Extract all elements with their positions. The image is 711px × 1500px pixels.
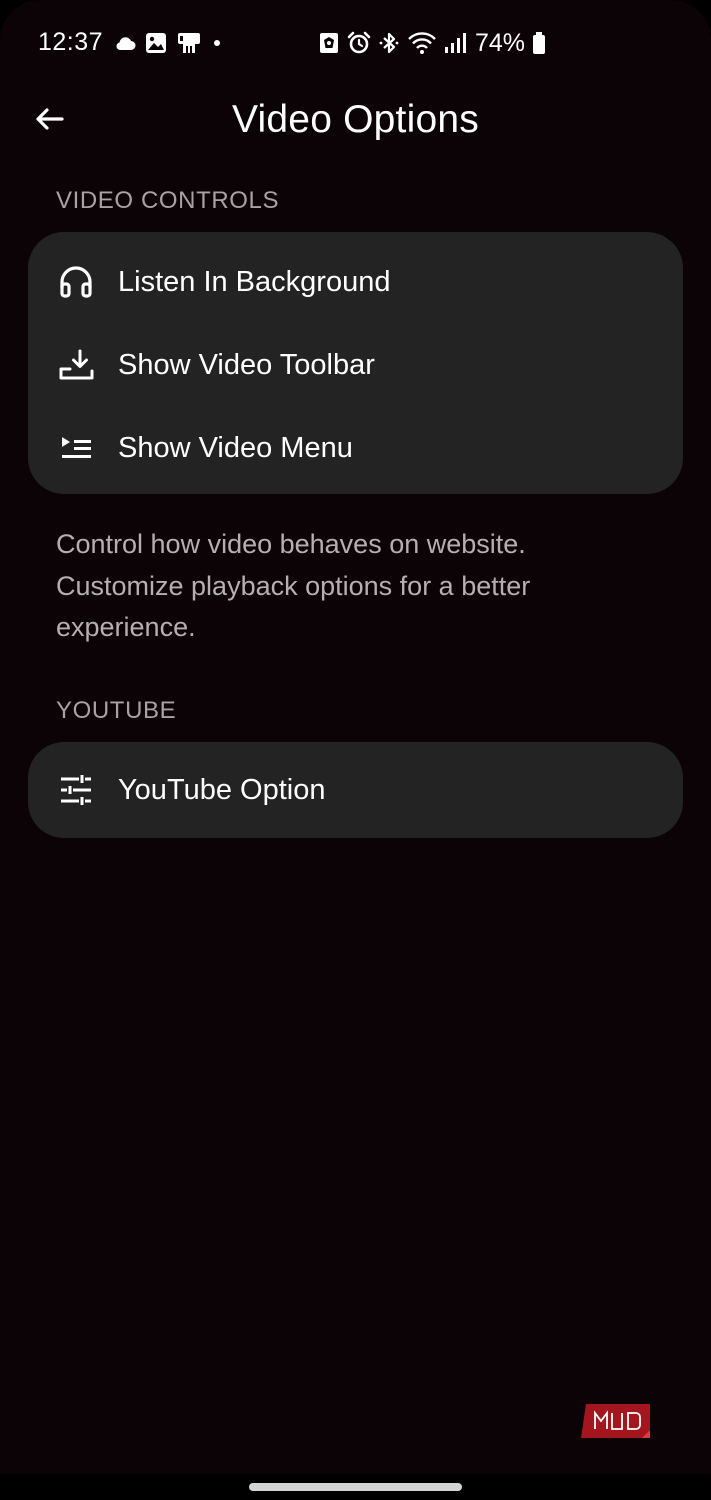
battery-icon bbox=[532, 31, 546, 55]
playlist-play-icon bbox=[58, 430, 94, 466]
show-video-menu-item[interactable]: Show Video Menu bbox=[28, 408, 683, 488]
section-label-video-controls: VIDEO CONTROLS bbox=[56, 187, 280, 214]
youtube-option-label: YouTube Option bbox=[118, 774, 326, 806]
screen: 12:37 74% Video Options VIDEO CONTROLS L… bbox=[0, 0, 711, 1500]
status-right-icons: 74% bbox=[318, 29, 546, 57]
listen-in-background-item[interactable]: Listen In Background bbox=[28, 242, 683, 322]
youtube-option-item[interactable]: YouTube Option bbox=[28, 750, 683, 830]
page-title: Video Options bbox=[232, 98, 479, 141]
show-video-toolbar-label: Show Video Toolbar bbox=[118, 349, 375, 381]
muo-watermark bbox=[581, 1404, 650, 1438]
show-video-menu-label: Show Video Menu bbox=[118, 432, 353, 464]
section-label-youtube: YOUTUBE bbox=[56, 697, 177, 724]
video-controls-description: Control how video behaves on website. Cu… bbox=[56, 529, 531, 642]
video-controls-card: Listen In Background Show Video Toolbar … bbox=[28, 232, 683, 494]
home-indicator[interactable] bbox=[249, 1483, 462, 1491]
status-time: 12:37 bbox=[38, 28, 104, 56]
back-arrow-icon bbox=[34, 107, 64, 131]
sliders-icon bbox=[58, 772, 94, 808]
download-tray-icon bbox=[58, 347, 94, 383]
battery-percent: 74% bbox=[475, 29, 526, 57]
youtube-card: YouTube Option bbox=[28, 742, 683, 838]
bluetooth-icon bbox=[378, 31, 400, 55]
dot-icon bbox=[211, 37, 223, 49]
back-button[interactable] bbox=[26, 96, 72, 142]
listen-in-background-label: Listen In Background bbox=[118, 266, 391, 298]
shield-icon bbox=[318, 31, 340, 55]
gallery-icon bbox=[145, 32, 167, 54]
status-left-icons bbox=[114, 30, 223, 56]
show-video-toolbar-item[interactable]: Show Video Toolbar bbox=[28, 325, 683, 405]
wifi-icon bbox=[407, 31, 437, 55]
phone-clean-icon bbox=[176, 30, 202, 56]
status-bar: 12:37 74% bbox=[0, 0, 711, 86]
cloud-icon bbox=[114, 35, 136, 51]
headphones-icon bbox=[58, 264, 94, 300]
signal-icon bbox=[444, 32, 466, 54]
alarm-icon bbox=[347, 31, 371, 55]
